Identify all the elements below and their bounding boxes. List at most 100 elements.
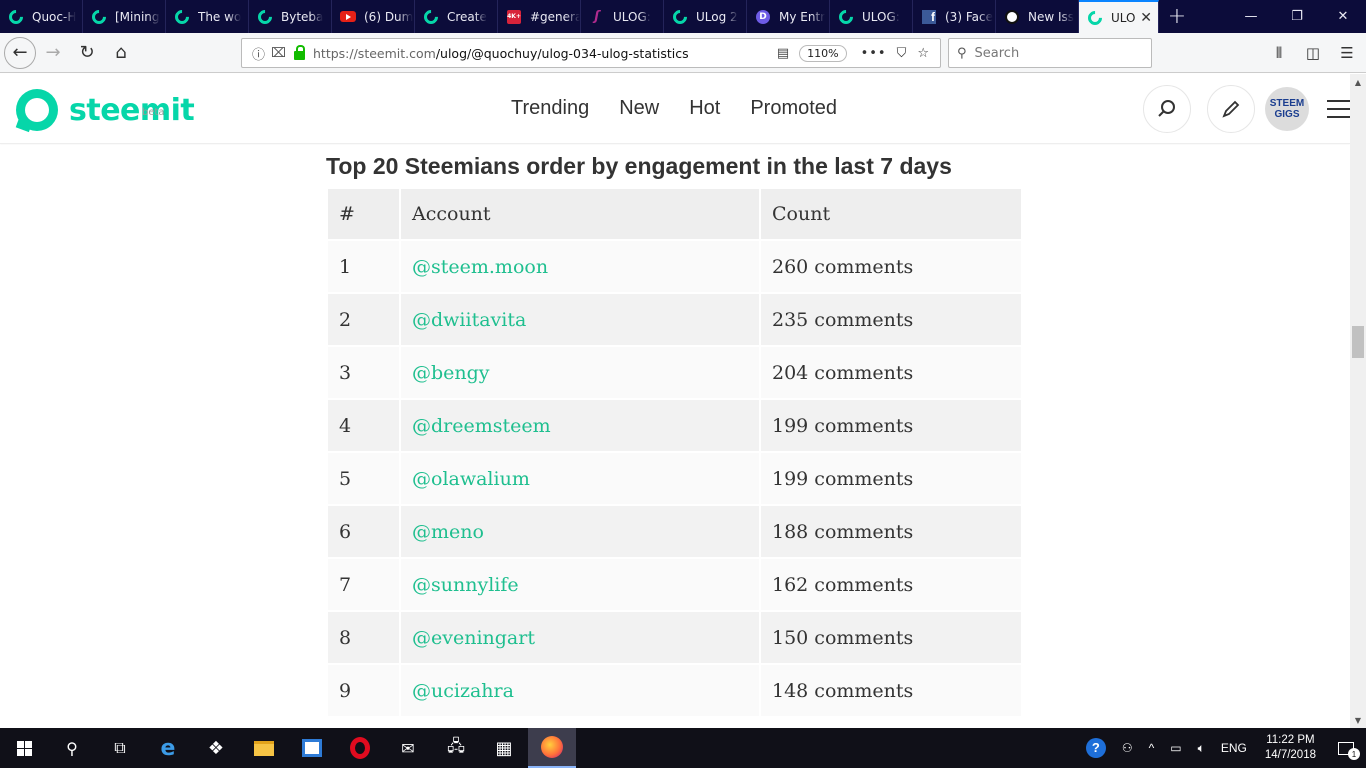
logo-beta-badge: beta xyxy=(142,107,165,118)
avatar[interactable]: STEEM GIGS xyxy=(1265,87,1309,131)
task-view-button[interactable]: ⧉ xyxy=(96,728,144,768)
nav-new[interactable]: New xyxy=(619,97,659,120)
bookmark-star-icon[interactable]: ☆ xyxy=(917,46,930,61)
browser-tab[interactable]: Create xyxy=(415,0,498,33)
help-icon[interactable]: ? xyxy=(1078,738,1114,758)
steemit-icon xyxy=(421,6,441,27)
permissions-icon[interactable]: ⌧ xyxy=(271,46,286,61)
tab-label: The wo xyxy=(198,9,242,24)
computer-icon: 🖧 xyxy=(447,735,465,755)
store-app[interactable] xyxy=(288,728,336,768)
mail-app[interactable]: ✉ xyxy=(384,728,432,768)
main-nav: Trending New Hot Promoted xyxy=(511,97,837,120)
network-icon[interactable]: ▭ xyxy=(1162,741,1189,755)
close-window-button[interactable]: ✕ xyxy=(1320,0,1366,33)
browser-tab[interactable]: D My Entr xyxy=(747,0,830,33)
page-scrollbar[interactable]: ▲ ▼ xyxy=(1350,74,1366,728)
cell-account-link[interactable]: @sunnylife xyxy=(401,559,759,610)
minimize-button[interactable]: — xyxy=(1228,0,1274,33)
chevron-up-icon[interactable]: ^ xyxy=(1141,741,1163,755)
address-bar[interactable]: ⓘ ⌧ https://steemit.com/ulog/@quochuy/ul… xyxy=(241,38,941,68)
reload-button[interactable]: ↻ xyxy=(70,36,104,70)
system-tray: ? ⚇ ^ ▭ 🔈︎ ENG 11:22 PM 14/7/2018 1 xyxy=(1078,728,1366,768)
volume-icon[interactable]: 🔈︎ xyxy=(1190,741,1213,756)
cell-account-link[interactable]: @meno xyxy=(401,506,759,557)
cell-rank: 6 xyxy=(328,506,399,557)
browser-tab[interactable]: f (3) Face xyxy=(913,0,996,33)
new-tab-button[interactable]: + xyxy=(1159,0,1195,33)
cell-count: 199 comments xyxy=(761,400,1021,451)
nav-promoted[interactable]: Promoted xyxy=(750,97,837,120)
tab-active[interactable]: ULO ✕ xyxy=(1079,0,1159,33)
browser-tab[interactable]: [Mining xyxy=(83,0,166,33)
url-text[interactable]: https://steemit.com/ulog/@quochuy/ulog-0… xyxy=(313,46,689,61)
nav-hot[interactable]: Hot xyxy=(689,97,720,120)
cell-account-link[interactable]: @eveningart xyxy=(401,612,759,663)
cell-account-link[interactable]: @dwiitavita xyxy=(401,294,759,345)
page-actions-icon[interactable]: ••• xyxy=(861,46,887,61)
dropbox-app[interactable]: ❖ xyxy=(192,728,240,768)
sidebar-icon[interactable]: ◫ xyxy=(1296,44,1330,62)
calculator-app[interactable]: ▦ xyxy=(480,728,528,768)
back-button[interactable]: ← xyxy=(4,36,36,69)
cell-account-link[interactable]: @olawalium xyxy=(401,453,759,504)
people-icon[interactable]: ⚇ xyxy=(1114,741,1141,755)
cell-account-link[interactable]: @bengy xyxy=(401,347,759,398)
tab-label: Byteba xyxy=(281,9,324,24)
scroll-down-arrow-icon[interactable]: ▼ xyxy=(1350,712,1366,728)
write-post-button[interactable] xyxy=(1207,85,1255,133)
action-center-button[interactable]: 1 xyxy=(1326,728,1366,768)
cell-rank: 7 xyxy=(328,559,399,610)
cell-rank: 5 xyxy=(328,453,399,504)
search-taskbar-button[interactable]: ⚲ xyxy=(48,728,96,768)
avatar-text-top: STEEM xyxy=(1269,98,1305,109)
browser-tab[interactable]: Byteba xyxy=(249,0,332,33)
info-icon[interactable]: ⓘ xyxy=(252,44,265,63)
browser-tab[interactable]: New Iss xyxy=(996,0,1079,33)
restore-button[interactable]: ❐ xyxy=(1274,0,1320,33)
edge-app[interactable]: e xyxy=(144,728,192,768)
browser-tab[interactable]: ULOG: xyxy=(830,0,913,33)
home-button[interactable]: ⌂ xyxy=(104,36,138,70)
zoom-indicator[interactable]: 110% xyxy=(799,44,847,62)
nav-trending[interactable]: Trending xyxy=(511,97,589,120)
cell-account-link[interactable]: @dreemsteem xyxy=(401,400,759,451)
steemit-icon xyxy=(670,6,690,27)
scrollbar-thumb[interactable] xyxy=(1352,326,1364,358)
forward-button[interactable]: → xyxy=(36,36,70,70)
dropbox-icon: ❖ xyxy=(207,737,225,759)
browser-tab[interactable]: The wo xyxy=(166,0,249,33)
start-button[interactable] xyxy=(0,728,48,768)
cell-account-link[interactable]: @ucizahra xyxy=(401,665,759,716)
browser-tab[interactable]: 4K+ #genera xyxy=(498,0,581,33)
browser-tab[interactable]: ʃ ULOG: xyxy=(581,0,664,33)
steemit-icon xyxy=(6,6,26,27)
menu-icon[interactable]: ☰ xyxy=(1330,44,1364,62)
folder-icon xyxy=(254,740,274,756)
opera-app[interactable] xyxy=(336,728,384,768)
cell-count: 162 comments xyxy=(761,559,1021,610)
steemit-logo[interactable]: steemit xyxy=(16,89,195,131)
hamburger-menu-icon[interactable] xyxy=(1327,100,1351,118)
cell-rank: 3 xyxy=(328,347,399,398)
library-icon[interactable]: ⫴ xyxy=(1262,44,1296,62)
firefox-app[interactable] xyxy=(528,728,576,768)
language-indicator[interactable]: ENG xyxy=(1213,741,1255,755)
reader-view-icon[interactable]: ▤ xyxy=(777,46,789,61)
cell-account-link[interactable]: @steem.moon xyxy=(401,241,759,292)
scroll-up-arrow-icon[interactable]: ▲ xyxy=(1350,74,1366,90)
clock[interactable]: 11:22 PM 14/7/2018 xyxy=(1255,733,1326,763)
browser-tab[interactable]: ULog 2 xyxy=(664,0,747,33)
browser-tab[interactable]: Quoc-H xyxy=(0,0,83,33)
pocket-icon[interactable]: ⛉ xyxy=(897,46,908,61)
reload-icon: ↻ xyxy=(79,42,95,63)
s-icon: ʃ xyxy=(594,9,600,24)
site-search-button[interactable] xyxy=(1143,85,1191,133)
windows-logo-icon xyxy=(16,740,32,756)
file-explorer-app[interactable] xyxy=(240,728,288,768)
close-tab-icon[interactable]: ✕ xyxy=(1140,10,1152,26)
network-app[interactable]: 🖧 xyxy=(432,728,480,768)
home-icon: ⌂ xyxy=(115,42,127,63)
search-bar[interactable]: ⚲ Search xyxy=(948,38,1152,68)
browser-tab[interactable]: (6) Dum xyxy=(332,0,415,33)
